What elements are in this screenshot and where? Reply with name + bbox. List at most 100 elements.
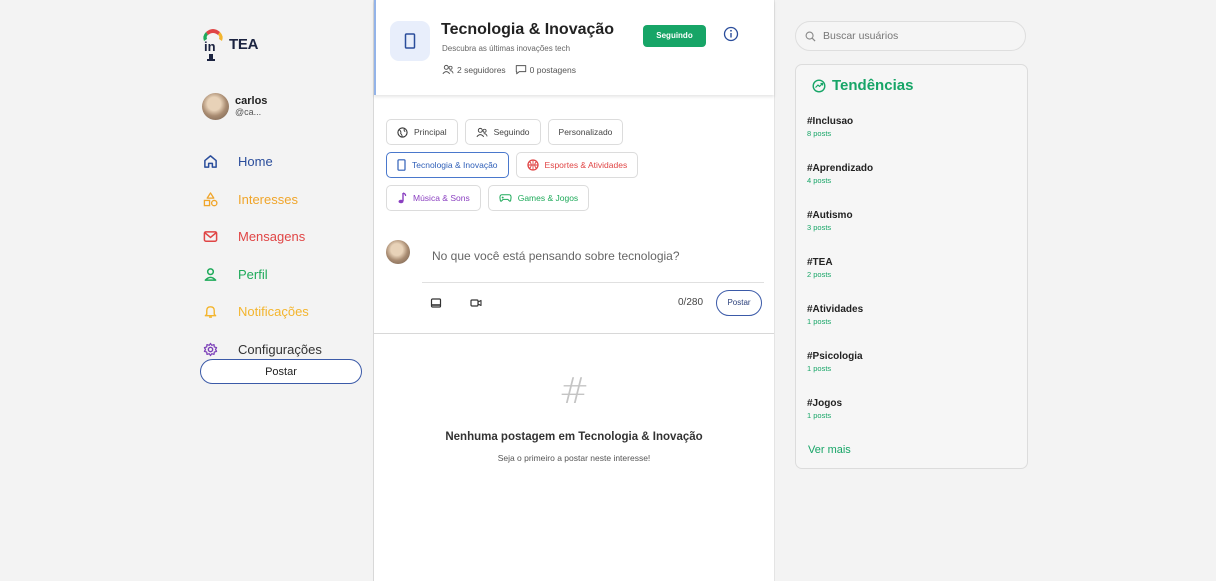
tab-principal-label: Principal <box>414 127 447 137</box>
empty-state-title: Nenhuma postagem em Tecnologia & Inovaçã… <box>445 431 703 443</box>
chip-games-label: Games & Jogos <box>517 193 579 203</box>
logo-text: TEA <box>229 35 259 53</box>
tab-personalizado[interactable]: Personalizado <box>547 119 624 145</box>
see-more-link[interactable]: Ver mais <box>808 444 851 456</box>
page-title: Tecnologia & Inovação <box>441 21 615 38</box>
trend-count: 1 posts <box>807 317 832 326</box>
logo-prefix-text: in <box>204 39 216 54</box>
empty-state-subtitle: Seja o primeiro a postar neste interesse… <box>497 453 651 463</box>
tab-principal[interactable]: Principal <box>386 119 458 145</box>
shapes-icon <box>202 191 218 207</box>
trend-tag: #TEA <box>807 257 833 268</box>
trend-tag: #Atividades <box>807 304 864 315</box>
posts-stat: 0 postagens <box>515 64 576 75</box>
tab-seguindo[interactable]: Seguindo <box>464 119 541 145</box>
ball-icon <box>526 159 539 171</box>
users-icon <box>476 127 488 137</box>
trend-item[interactable]: #Inclusao 8 posts <box>807 116 1017 138</box>
trend-item[interactable]: #Psicologia 1 posts <box>807 351 1017 373</box>
user-icon <box>202 266 218 282</box>
main-feed: Tecnologia & Inovação Descubra as última… <box>373 0 775 581</box>
music-icon <box>398 192 407 204</box>
post-input[interactable]: No que você está pensando sobre tecnolog… <box>432 249 680 263</box>
users-icon <box>442 64 454 75</box>
trending-icon <box>812 78 826 93</box>
home-icon <box>202 154 218 170</box>
nav-label-mensagens: Mensagens <box>238 229 306 245</box>
mail-icon <box>202 229 218 245</box>
trend-item[interactable]: #TEA 2 posts <box>807 257 1017 279</box>
app-logo[interactable]: in TEA <box>198 26 258 62</box>
avatar <box>202 93 229 120</box>
posts-count: 0 postagens <box>529 64 576 75</box>
interest-stats: 2 seguidores 0 postagens <box>442 64 585 75</box>
trend-count: 8 posts <box>807 129 832 138</box>
message-icon <box>515 65 526 75</box>
post-composer: No que você está pensando sobre tecnolog… <box>386 238 766 330</box>
user-profile[interactable]: carlos @ca... <box>202 93 267 120</box>
nav-label-interesses: Interesses <box>238 191 298 207</box>
tablet-icon <box>390 21 430 61</box>
trend-item[interactable]: #Aprendizado 4 posts <box>807 163 1017 185</box>
trend-item[interactable]: #Autismo 3 posts <box>807 210 1017 232</box>
tablet-icon <box>397 159 406 171</box>
hashtag-icon: # <box>558 371 590 412</box>
feed-divider <box>374 333 774 334</box>
followers-stat[interactable]: 2 seguidores <box>442 64 506 75</box>
user-handle: @ca... <box>235 106 262 117</box>
trends-title: Tendências <box>812 77 913 94</box>
trend-tag: #Inclusao <box>807 116 854 127</box>
chip-games[interactable]: Games & Jogos <box>487 185 590 211</box>
trend-item[interactable]: #Atividades 1 posts <box>807 304 1017 326</box>
nav-label-perfil: Perfil <box>238 266 268 282</box>
left-sidebar: in TEA carlos @ca... Home Interesses Men… <box>190 0 372 581</box>
chip-esportes[interactable]: Esportes & Atividades <box>515 152 639 178</box>
nav-label-configuracoes: Configurações <box>238 341 322 357</box>
trend-tag: #Aprendizado <box>807 163 874 174</box>
nav-label-notificacoes: Notificações <box>238 304 309 320</box>
chip-musica[interactable]: Música & Sons <box>386 185 481 211</box>
trend-count: 1 posts <box>807 364 832 373</box>
chip-tecnologia[interactable]: Tecnologia & Inovação <box>386 152 509 178</box>
nav-item-interesses[interactable]: Interesses <box>202 181 322 219</box>
composer-divider <box>422 282 764 283</box>
submit-post-button[interactable]: Postar <box>716 290 762 316</box>
tab-seguindo-label: Seguindo <box>493 127 530 137</box>
trends-panel: Tendências #Inclusao 8 posts #Aprendizad… <box>795 64 1028 469</box>
nav-item-mensagens[interactable]: Mensagens <box>202 218 322 256</box>
trend-item[interactable]: #Jogos 1 posts <box>807 398 1017 420</box>
interest-header: Tecnologia & Inovação Descubra as última… <box>374 0 774 95</box>
globe-icon <box>397 126 408 138</box>
follow-button[interactable]: Seguindo <box>643 25 706 47</box>
nav-item-perfil[interactable]: Perfil <box>202 256 322 294</box>
search-placeholder: Buscar usuários <box>823 30 899 42</box>
gamepad-icon <box>499 194 512 202</box>
chip-esportes-label: Esportes & Atividades <box>544 160 628 170</box>
post-button[interactable]: Postar <box>200 359 362 384</box>
trend-count: 1 posts <box>807 411 832 420</box>
logo-icon: in <box>203 29 223 61</box>
tab-personalizado-label: Personalizado <box>558 127 613 137</box>
trend-tag: #Jogos <box>807 398 843 409</box>
character-counter: 0/280 <box>678 297 704 308</box>
page-description: Descubra as últimas inovações tech <box>442 44 571 53</box>
trends-title-text: Tendências <box>832 77 914 94</box>
nav-item-notificacoes[interactable]: Notificações <box>202 293 322 331</box>
user-name: carlos <box>235 94 268 107</box>
bell-icon <box>202 304 218 320</box>
nav-label-home: Home <box>238 154 273 170</box>
avatar <box>386 240 410 264</box>
trend-tag: #Psicologia <box>807 351 863 362</box>
trend-count: 3 posts <box>807 223 832 232</box>
gear-icon <box>202 341 218 357</box>
search-icon <box>805 31 816 42</box>
video-icon[interactable] <box>470 297 482 309</box>
search-input[interactable]: Buscar usuários <box>795 21 1026 51</box>
followers-count: 2 seguidores <box>457 64 506 75</box>
nav-item-home[interactable]: Home <box>202 143 322 181</box>
trend-tag: #Autismo <box>807 210 853 221</box>
image-icon[interactable] <box>430 297 442 309</box>
info-icon[interactable] <box>723 26 739 42</box>
chip-musica-label: Música & Sons <box>413 193 470 203</box>
main-nav: Home Interesses Mensagens Perfil Notific… <box>202 143 322 368</box>
